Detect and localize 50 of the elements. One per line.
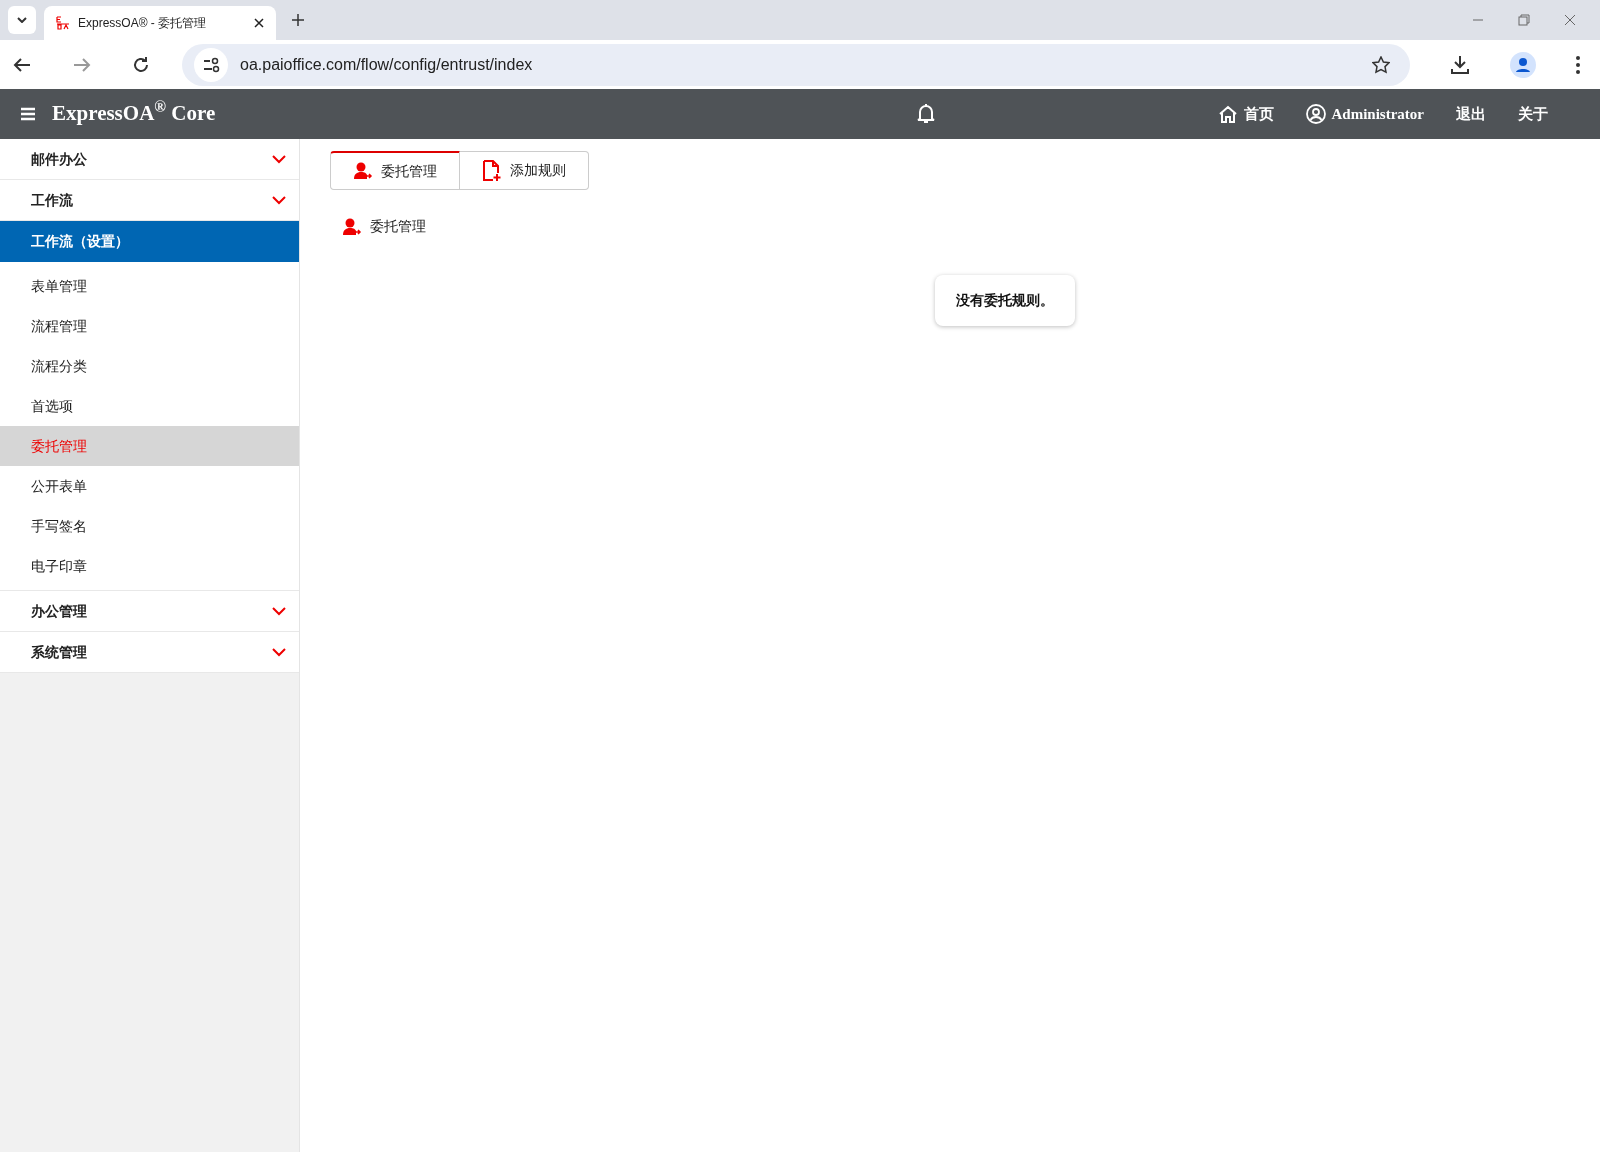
sidebar-group-header-open[interactable]: 工作流（设置） [0,221,299,262]
header-nav-link[interactable]: 退出 [1456,102,1486,126]
more-menu-icon[interactable] [1576,55,1580,74]
brand-logo[interactable]: ExpressOA$^{®}$ Core [52,98,216,130]
sidebar-item[interactable]: 流程管理 [0,306,299,346]
section-title: 委托管理 [370,218,426,236]
header-nav-link[interactable]: 关于 [1518,102,1548,126]
new-tab-icon[interactable] [292,14,304,26]
download-icon[interactable] [1450,54,1470,75]
user-arrow-icon [342,217,362,236]
sidebar-item[interactable]: 公开表单 [0,466,299,506]
bell-icon[interactable] [916,103,937,125]
star-icon[interactable] [1372,55,1390,74]
chevron-icon [272,647,286,657]
file-add-icon [482,159,502,182]
home-icon [1217,105,1238,123]
chevron-icon [272,606,286,616]
menu-icon[interactable] [20,107,36,121]
site-settings-icon[interactable] [194,47,228,82]
sidebar-item[interactable]: 流程分类 [0,346,299,386]
sidebar-item[interactable]: 表单管理 [0,266,299,306]
tab[interactable]: 委托管理 [330,151,460,190]
tab-list-button[interactable] [8,6,36,34]
header-nav-link[interactable]: 首页 [1217,102,1274,126]
tab[interactable]: 添加规则 [460,151,589,190]
empty-message: 没有委托规则。 [935,275,1075,326]
sidebar-item[interactable]: 电子印章 [0,546,299,586]
user-circle-icon [1305,104,1326,124]
browser-tab[interactable]: ExpressOA® - 委托管理 [44,6,276,40]
profile-avatar-icon[interactable] [1510,51,1536,78]
favicon-icon [56,16,70,30]
sidebar-item[interactable]: 首选项 [0,386,299,426]
chevron-down-icon [17,17,27,23]
sidebar-group-header[interactable]: 系统管理 [0,632,299,673]
sidebar-item[interactable]: 手写签名 [0,506,299,546]
forward-arrow-icon[interactable] [72,56,92,73]
reload-icon[interactable] [132,55,150,74]
address-bar[interactable]: oa.paioffice.com/flow/config/entrust/index [182,43,1410,86]
chevron-icon [272,195,286,205]
close-icon[interactable] [254,18,264,28]
chevron-icon [272,154,286,164]
restore-icon[interactable] [1518,14,1530,26]
browser-tab-title: ExpressOA® - 委托管理 [78,15,208,32]
url-text: oa.paioffice.com/flow/config/entrust/index [240,54,534,75]
sidebar-group-header[interactable]: 工作流 [0,180,299,221]
user-arrow-icon [353,162,373,180]
back-arrow-icon[interactable] [12,56,32,73]
sidebar-group-header[interactable]: 邮件办公 [0,139,299,180]
sidebar-group-header[interactable]: 办公管理 [0,591,299,632]
header-nav-link[interactable]: Administrator [1305,102,1424,126]
